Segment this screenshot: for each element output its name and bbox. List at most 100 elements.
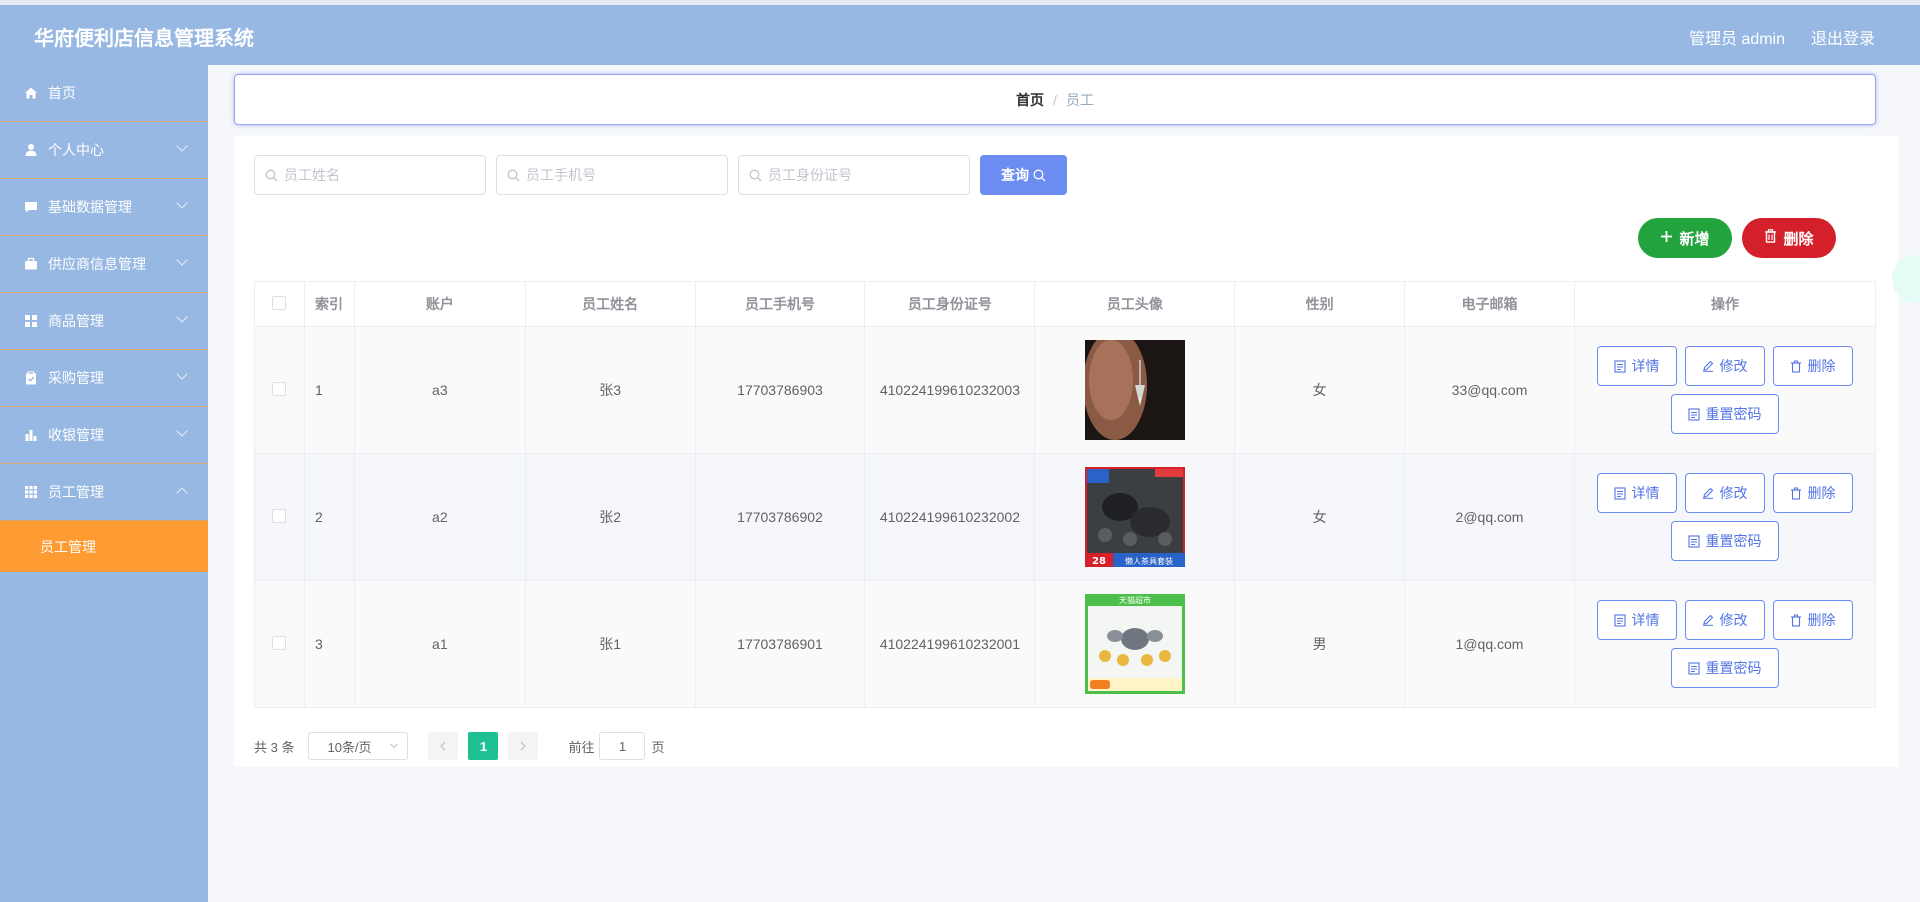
sidebar-item-purchase[interactable]: 采购管理 — [0, 350, 208, 407]
edit-button[interactable]: 修改 — [1684, 473, 1765, 513]
sidebar-item-employee[interactable]: 员工管理 — [0, 464, 208, 521]
sidebar-item-basic-data[interactable]: 基础数据管理 — [0, 179, 208, 236]
employee-avatar-image[interactable]: 28 懒人茶具套装 — [1084, 467, 1185, 567]
sidebar: 首页 个人中心 基础数据管理 供应商信息管理 商品管理 采购管理 收银管理 员工… — [0, 65, 208, 902]
logout-link[interactable]: 退出登录 — [1811, 25, 1875, 49]
sidebar-item-label: 个人中心 — [48, 142, 104, 158]
edit-icon — [1703, 614, 1714, 626]
sidebar-item-personal-center[interactable]: 个人中心 — [0, 122, 208, 179]
next-page-button[interactable] — [508, 732, 539, 760]
cell-actions: 详情 修改 删除 重置密码 — [1573, 453, 1877, 581]
message-icon — [24, 200, 38, 214]
row-actions: 详情 修改 删除 重置密码 — [1575, 596, 1875, 692]
cell-email: 2@qq.com — [1404, 453, 1575, 581]
row-checkbox[interactable] — [272, 381, 287, 396]
cell-avatar — [1034, 326, 1236, 454]
detail-button[interactable]: 详情 — [1596, 473, 1677, 513]
employee-avatar-image[interactable] — [1084, 340, 1185, 440]
add-button[interactable]: 新增 — [1638, 218, 1732, 258]
sidebar-item-label: 商品管理 — [48, 313, 104, 329]
prev-page-button[interactable] — [428, 732, 459, 760]
reset-password-button[interactable]: 重置密码 — [1670, 394, 1779, 434]
cell-name: 张2 — [524, 453, 696, 581]
edit-label: 修改 — [1719, 485, 1748, 501]
briefcase-icon — [24, 257, 38, 271]
delete-button[interactable]: 删除 — [1772, 600, 1853, 640]
delete-label: 删除 — [1807, 358, 1836, 374]
reset-password-label: 重置密码 — [1705, 406, 1762, 422]
cell-idcard: 410224199610232001 — [864, 580, 1036, 708]
chevron-right-icon — [521, 741, 527, 751]
breadcrumb: 首页 / 员工 — [234, 74, 1876, 125]
row-select-cell[interactable] — [254, 453, 305, 581]
employee-avatar-image[interactable]: 天猫超市 — [1084, 594, 1185, 694]
app-title: 华府便利店信息管理系统 — [34, 28, 254, 50]
breadcrumb-home[interactable]: 首页 — [1016, 90, 1044, 110]
goto-page-input[interactable]: 1 — [599, 732, 646, 760]
employee-idcard-search[interactable] — [738, 155, 970, 195]
sidebar-item-label: 收银管理 — [48, 427, 104, 443]
chevron-down-icon — [390, 739, 399, 749]
page-number-current[interactable]: 1 — [468, 732, 499, 760]
table-row: 2 a2 张2 17703786902 410224199610232002 2… — [254, 453, 1877, 581]
sidebar-item-goods[interactable]: 商品管理 — [0, 293, 208, 350]
add-button-label: 新增 — [1679, 230, 1710, 248]
header-actions: 操作 — [1573, 281, 1877, 327]
header-name: 员工姓名 — [524, 281, 696, 327]
edit-button[interactable]: 修改 — [1684, 600, 1765, 640]
sidebar-item-home[interactable]: 首页 — [0, 65, 208, 122]
select-all-checkbox[interactable] — [272, 295, 287, 310]
search-icon — [1033, 169, 1046, 181]
employee-idcard-input[interactable] — [768, 167, 958, 183]
cell-account: a1 — [353, 580, 526, 708]
bar-chart-icon — [24, 428, 38, 442]
employee-name-input[interactable] — [284, 167, 474, 183]
query-button[interactable]: 查询 — [980, 155, 1067, 195]
grid-icon — [24, 314, 38, 328]
cell-actions: 详情 修改 删除 重置密码 — [1573, 580, 1877, 708]
row-select-cell[interactable] — [254, 580, 305, 708]
edit-icon — [1703, 487, 1714, 499]
table-row: 1 a3 张3 17703786903 410224199610232003 女… — [254, 326, 1877, 454]
table-row: 3 a1 张1 17703786901 410224199610232001 天… — [254, 580, 1877, 708]
delete-button[interactable]: 删除 — [1772, 346, 1853, 386]
breadcrumb-current: 员工 — [1065, 91, 1094, 108]
employee-name-search[interactable] — [254, 155, 486, 195]
chevron-down-icon — [176, 254, 188, 266]
search-row: 查询 — [254, 155, 1067, 195]
cell-email: 33@qq.com — [1404, 326, 1575, 454]
cell-index: 3 — [303, 580, 355, 708]
delete-button[interactable]: 删除 — [1772, 473, 1853, 513]
document-icon — [1614, 359, 1627, 373]
page-size-select[interactable]: 10条/页 — [308, 732, 409, 760]
sidebar-item-cashier[interactable]: 收银管理 — [0, 407, 208, 464]
product-caption: 懒人茶具套装 — [1125, 556, 1173, 566]
employee-phone-search[interactable] — [496, 155, 728, 195]
reset-password-button[interactable]: 重置密码 — [1670, 521, 1779, 561]
trash-icon — [1791, 487, 1802, 500]
select-all-cell[interactable] — [254, 281, 305, 327]
cell-phone: 17703786901 — [694, 580, 866, 708]
row-checkbox[interactable] — [272, 508, 287, 523]
document-icon — [1688, 534, 1701, 548]
chevron-down-icon — [176, 140, 188, 152]
cell-phone: 17703786902 — [694, 453, 866, 581]
row-select-cell[interactable] — [254, 326, 305, 454]
edit-button[interactable]: 修改 — [1684, 346, 1765, 386]
sidebar-item-supplier[interactable]: 供应商信息管理 — [0, 236, 208, 293]
cell-phone: 17703786903 — [694, 326, 866, 454]
cell-index: 2 — [303, 453, 355, 581]
detail-button[interactable]: 详情 — [1596, 600, 1677, 640]
employee-phone-input[interactable] — [526, 167, 716, 183]
delete-button-label: 删除 — [1783, 230, 1814, 248]
reset-password-button[interactable]: 重置密码 — [1670, 648, 1779, 688]
admin-label: 管理员 admin — [1688, 31, 1785, 48]
row-checkbox[interactable] — [272, 635, 287, 650]
submenu-item-employee-management[interactable]: 员工管理 — [0, 521, 208, 572]
pagination-total: 共 3 条 — [254, 739, 295, 755]
batch-delete-button[interactable]: 删除 — [1742, 218, 1836, 258]
cell-name: 张3 — [524, 326, 696, 454]
detail-button[interactable]: 详情 — [1596, 346, 1677, 386]
cell-gender: 男 — [1234, 580, 1406, 708]
header-account: 账户 — [353, 281, 526, 327]
